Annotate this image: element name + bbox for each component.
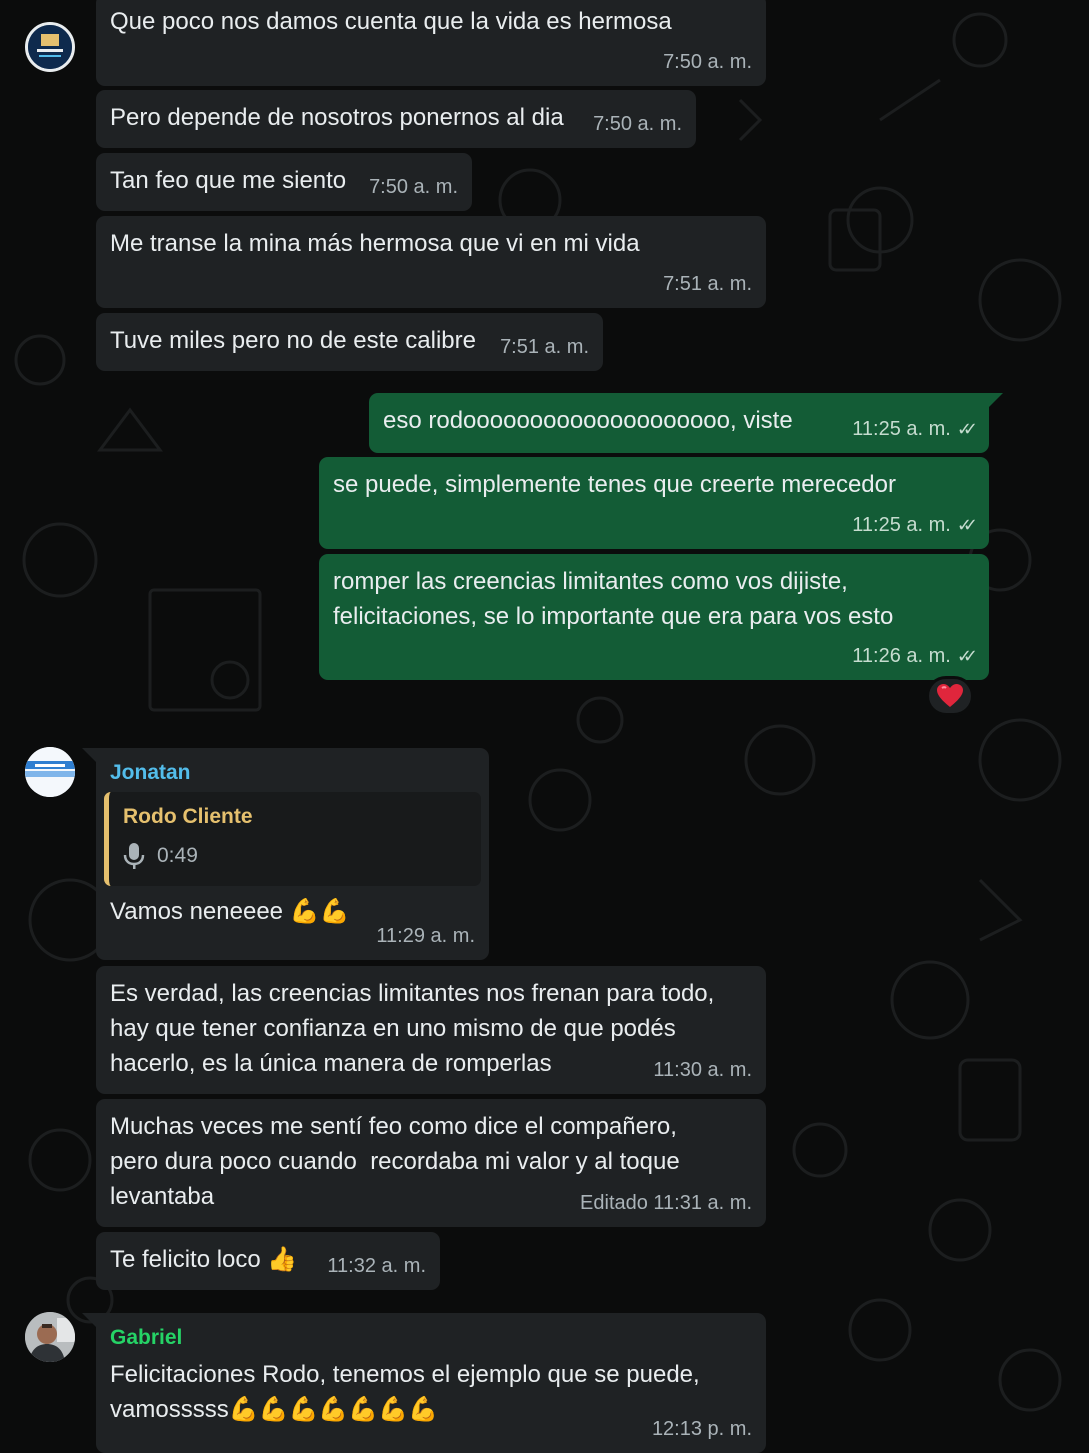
quoted-message[interactable]: Rodo Cliente 0:49 xyxy=(104,792,481,886)
read-receipt-icon: ✓✓ xyxy=(956,646,978,666)
message-time: 11:29 a. m. xyxy=(376,925,475,947)
message-bubble[interactable]: Pero depende de nosotros ponernos al dia… xyxy=(96,90,696,148)
quote-body: 0:49 xyxy=(123,838,467,873)
bubble-tail xyxy=(82,1313,96,1327)
read-receipt-icon: ✓✓ xyxy=(956,419,978,439)
message-bubble-outgoing[interactable]: se puede, simplemente tenes que creerte … xyxy=(319,457,989,549)
bubble-tail xyxy=(989,393,1003,407)
message-time: 11:26 a. m. xyxy=(852,645,951,667)
message-time: Editado 11:31 a. m. xyxy=(580,1192,752,1214)
message-time: 7:50 a. m. xyxy=(663,51,752,73)
message-bubble[interactable]: Jonatan Rodo Cliente 0:49 Vamos neneeee … xyxy=(96,748,489,960)
message-meta: 11:25 a. m. ✓✓ xyxy=(852,508,978,543)
message-time: 11:30 a. m. xyxy=(653,1059,752,1081)
avatar[interactable] xyxy=(25,22,75,72)
reaction-badge[interactable] xyxy=(926,676,974,716)
avatar[interactable] xyxy=(25,747,75,797)
flexed-biceps-emoji: 💪💪 xyxy=(289,897,350,925)
message-time: 11:32 a. m. xyxy=(327,1255,426,1277)
company-logo-icon xyxy=(25,747,75,797)
message-bubble[interactable]: Que poco nos damos cuenta que la vida es… xyxy=(96,0,766,86)
message-text: Me transe la mina más hermosa que vi en … xyxy=(110,230,640,257)
audio-duration: 0:49 xyxy=(157,844,198,867)
sender-name[interactable]: Gabriel xyxy=(110,1323,752,1353)
avatar[interactable] xyxy=(25,1312,75,1362)
message-meta: 11:25 a. m. ✓✓ xyxy=(852,412,978,447)
message-bubble[interactable]: Tuve miles pero no de este calibre 7:51 … xyxy=(96,313,603,371)
message-bubble[interactable]: Me transe la mina más hermosa que vi en … xyxy=(96,216,766,308)
business-logo-icon xyxy=(28,25,72,69)
message-time: 11:25 a. m. xyxy=(852,514,951,536)
heart-icon xyxy=(937,684,963,707)
message-time: 7:50 a. m. xyxy=(593,113,682,135)
message-bubble-outgoing[interactable]: romper las creencias limitantes como vos… xyxy=(319,554,989,680)
bubble-tail xyxy=(82,748,96,762)
message-time: 12:13 p. m. xyxy=(651,1418,752,1440)
message-bubble-outgoing[interactable]: eso rodoooooooooooooooooooo, viste 11:25… xyxy=(369,393,989,453)
message-bubble[interactable]: Gabriel Felicitaciones Rodo, tenemos el … xyxy=(96,1313,766,1453)
sender-name[interactable]: Jonatan xyxy=(110,758,475,788)
quote-author: Rodo Cliente xyxy=(123,805,253,828)
message-text: Que poco nos damos cuenta que la vida es… xyxy=(110,8,672,35)
message-meta: 11:26 a. m. ✓✓ xyxy=(852,639,978,674)
message-bubble[interactable]: Te felicito loco 👍 11:32 a. m. xyxy=(96,1232,440,1290)
message-text: romper las creencias limitantes como vos… xyxy=(333,568,894,630)
message-time: 7:50 a. m. xyxy=(369,176,458,198)
read-receipt-icon: ✓✓ xyxy=(956,515,978,535)
message-bubble[interactable]: Muchas veces me sentí feo como dice el c… xyxy=(96,1099,766,1227)
message-time: 7:51 a. m. xyxy=(500,336,589,358)
message-text: se puede, simplemente tenes que creerte … xyxy=(333,471,896,498)
message-bubble[interactable]: Tan feo que me siento 7:50 a. m. xyxy=(96,153,472,211)
message-time: 11:25 a. m. xyxy=(852,418,951,440)
flexed-biceps-emoji: 💪💪💪💪💪💪💪 xyxy=(228,1395,438,1423)
profile-photo-icon xyxy=(25,1312,75,1362)
mic-icon xyxy=(123,842,145,869)
thumbs-up-emoji: 👍 xyxy=(267,1245,298,1273)
message-bubble[interactable]: Es verdad, las creencias limitantes nos … xyxy=(96,966,766,1094)
message-time: 7:51 a. m. xyxy=(663,273,752,295)
